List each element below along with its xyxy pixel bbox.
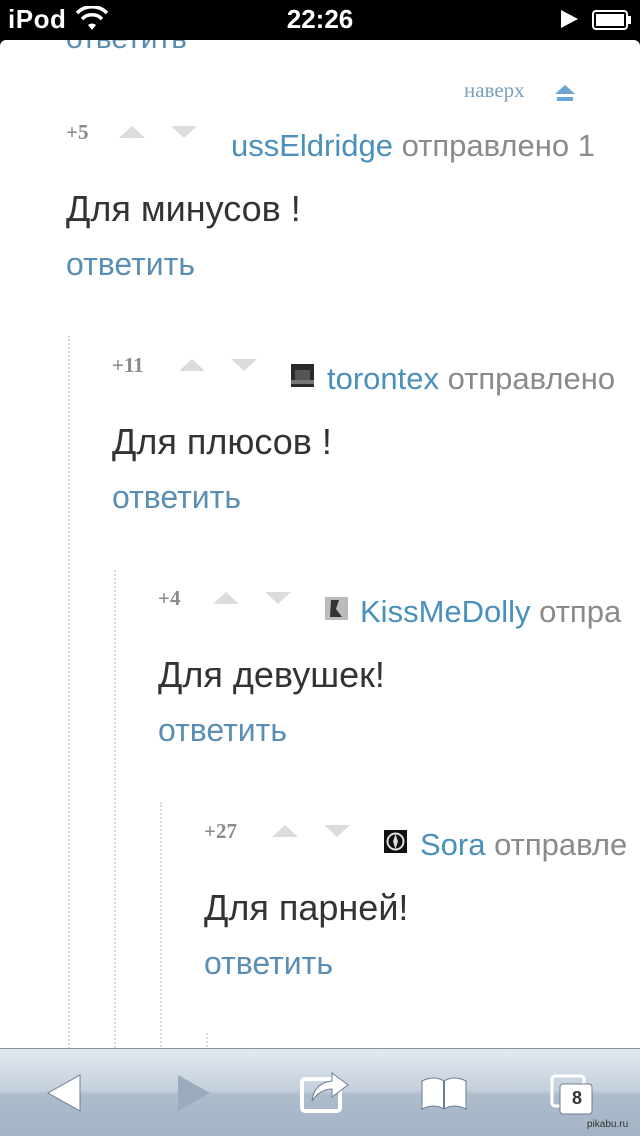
comment-timestamp: отправлено 1: [401, 128, 595, 163]
comment-timestamp: отпра: [539, 594, 622, 629]
comment-author[interactable]: ussEldridge: [231, 128, 393, 163]
back-arrow-icon[interactable]: [40, 1049, 90, 1136]
reply-link[interactable]: ответить: [66, 246, 195, 283]
comment-score: +4: [158, 586, 181, 610]
reply-link[interactable]: ответить: [112, 479, 241, 516]
back-to-top-link[interactable]: наверх: [464, 78, 525, 103]
avatar[interactable]: [384, 830, 407, 853]
vote-down-icon[interactable]: [229, 357, 259, 373]
comment: +4 KissMeDolly отпра Для девушек! ответи…: [0, 586, 640, 806]
book-icon[interactable]: [416, 1049, 472, 1136]
comment-author[interactable]: KissMeDolly: [360, 594, 531, 629]
comment-score: +27: [204, 819, 237, 843]
play-icon: [561, 10, 578, 28]
comment-author[interactable]: torontex: [327, 361, 439, 396]
reply-link[interactable]: ответить: [204, 945, 333, 982]
battery-icon: [592, 10, 631, 30]
comment-meta: ussEldridge отправлено 1: [231, 128, 595, 164]
status-bar: iPod 22:26: [0, 0, 640, 40]
comment-score: +5: [66, 120, 89, 144]
vote-down-icon[interactable]: [169, 124, 199, 140]
comment-meta: Sora отправле: [420, 827, 627, 863]
safari-toolbar: [0, 1048, 640, 1136]
comment-text: Для плюсов !: [112, 421, 332, 462]
share-icon[interactable]: [296, 1049, 352, 1136]
avatar[interactable]: [325, 597, 348, 620]
tab-count-badge: 8: [571, 1088, 582, 1108]
vote-down-icon[interactable]: [322, 823, 352, 839]
comment-text: Для минусов !: [66, 188, 301, 229]
comment: +5 ussEldridge отправлено 1 Для минусов …: [0, 120, 640, 340]
comment-author[interactable]: Sora: [420, 827, 485, 862]
vote-up-icon[interactable]: [270, 823, 300, 839]
comment-meta: KissMeDolly отпра: [360, 594, 621, 630]
vote-up-icon[interactable]: [117, 124, 147, 140]
watermark: pikabu.ru: [587, 1119, 629, 1130]
vote-down-icon[interactable]: [263, 590, 293, 606]
cut-off-header-text: ответить: [66, 40, 187, 56]
clock: 22:26: [286, 4, 354, 34]
up-arrow-icon[interactable]: [553, 83, 577, 103]
avatar[interactable]: [291, 364, 314, 387]
vote-up-icon[interactable]: [211, 590, 241, 606]
comment-meta: torontex отправлено: [327, 361, 615, 397]
forward-arrow-icon[interactable]: [168, 1049, 218, 1136]
comment-text: Для девушек!: [158, 654, 385, 695]
comment: +27 Sora отправле Для парней! ответить: [0, 819, 640, 1039]
vote-up-icon[interactable]: [177, 357, 207, 373]
comment: +11 torontex отправлено Для плюсов ! отв…: [0, 353, 640, 573]
web-page: ответить наверх +5 ussEldridge отправлен…: [0, 40, 640, 1048]
comment-score: +11: [112, 353, 144, 377]
comment-timestamp: отправлено: [447, 361, 616, 396]
comment-text: Для парней!: [204, 887, 409, 928]
reply-link[interactable]: ответить: [158, 712, 287, 749]
comment-timestamp: отправле: [494, 827, 628, 862]
